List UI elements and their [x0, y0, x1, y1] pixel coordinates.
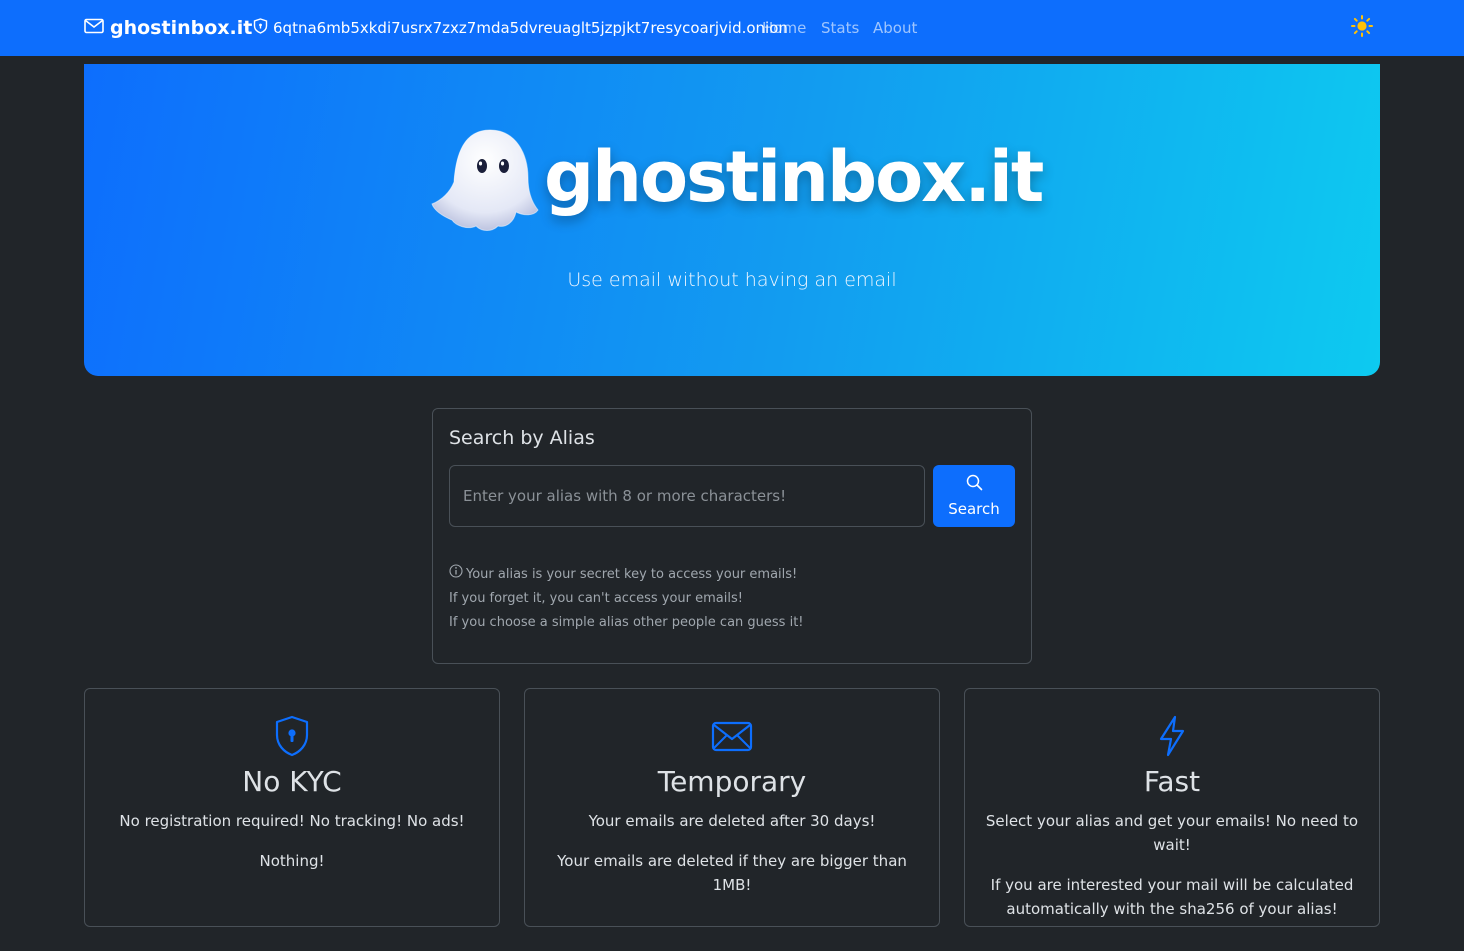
feature-title: Temporary [657, 765, 807, 798]
nav-home[interactable]: Home [762, 0, 806, 56]
search-icon [966, 474, 983, 495]
alias-input[interactable] [449, 465, 925, 527]
search-title: Search by Alias [449, 427, 595, 449]
alias-notes: Your alias is your secret key to access … [449, 563, 804, 635]
feature-text: No registration required! No tracking! N… [119, 812, 465, 830]
feature-card-no-kyc: No KYC No registration required! No trac… [84, 688, 500, 927]
envelope-icon [711, 715, 753, 757]
lightning-icon [1157, 715, 1187, 757]
onion-address: 6qtna6mb5xkdi7usrx7zxz7mda5dvreuaglt5jzp… [253, 0, 788, 56]
shield-lock-icon [274, 715, 310, 757]
sun-icon [1351, 15, 1373, 41]
note-text: If you forget it, you can't access your … [449, 591, 743, 606]
feature-text: If you are interested your mail will be … [990, 876, 1354, 918]
search-button[interactable]: Search [933, 465, 1015, 527]
shield-icon [253, 18, 268, 38]
note-text: Your alias is your secret key to access … [466, 567, 798, 582]
feature-title: Fast [1143, 765, 1201, 798]
feature-description: No registration required! No tracking! N… [99, 809, 485, 889]
feature-card-temporary: Temporary Your emails are deleted after … [524, 688, 940, 927]
search-card: Search by Alias Search Your alias is you… [432, 408, 1032, 664]
logo-text: ghostinbox.it [544, 136, 1044, 218]
note-line: Your alias is your secret key to access … [449, 563, 804, 587]
tagline: Use email without having an email [567, 269, 897, 291]
theme-toggle-button[interactable] [1350, 15, 1374, 41]
hero-banner: ghostinbox.it Use email without having a… [84, 64, 1380, 376]
brand-link[interactable]: ghostinbox.it [84, 0, 252, 56]
feature-text: Your emails are deleted after 30 days! [588, 812, 876, 830]
info-icon [449, 563, 463, 587]
nav-stats[interactable]: Stats [821, 0, 859, 56]
feature-title: No KYC [242, 765, 342, 798]
search-button-label: Search [948, 500, 1000, 518]
feature-card-fast: Fast Select your alias and get your emai… [964, 688, 1380, 927]
feature-description: Select your alias and get your emails! N… [979, 809, 1365, 937]
navbar: ghostinbox.it 6qtna6mb5xkdi7usrx7zxz7mda… [0, 0, 1464, 56]
feature-description: Your emails are deleted after 30 days! Y… [539, 809, 925, 913]
note-text: If you choose a simple alias other peopl… [449, 615, 804, 630]
logo: ghostinbox.it [430, 126, 1044, 246]
onion-address-text: 6qtna6mb5xkdi7usrx7zxz7mda5dvreuaglt5jzp… [273, 19, 788, 37]
envelope-icon [84, 18, 104, 38]
nav-about[interactable]: About [873, 0, 917, 56]
brand-text: ghostinbox.it [110, 17, 253, 39]
feature-text: Your emails are deleted if they are bigg… [557, 852, 907, 894]
note-line: If you choose a simple alias other peopl… [449, 611, 804, 635]
feature-text: Nothing! [259, 852, 325, 870]
note-line: If you forget it, you can't access your … [449, 587, 804, 611]
feature-text: Select your alias and get your emails! N… [985, 812, 1359, 854]
